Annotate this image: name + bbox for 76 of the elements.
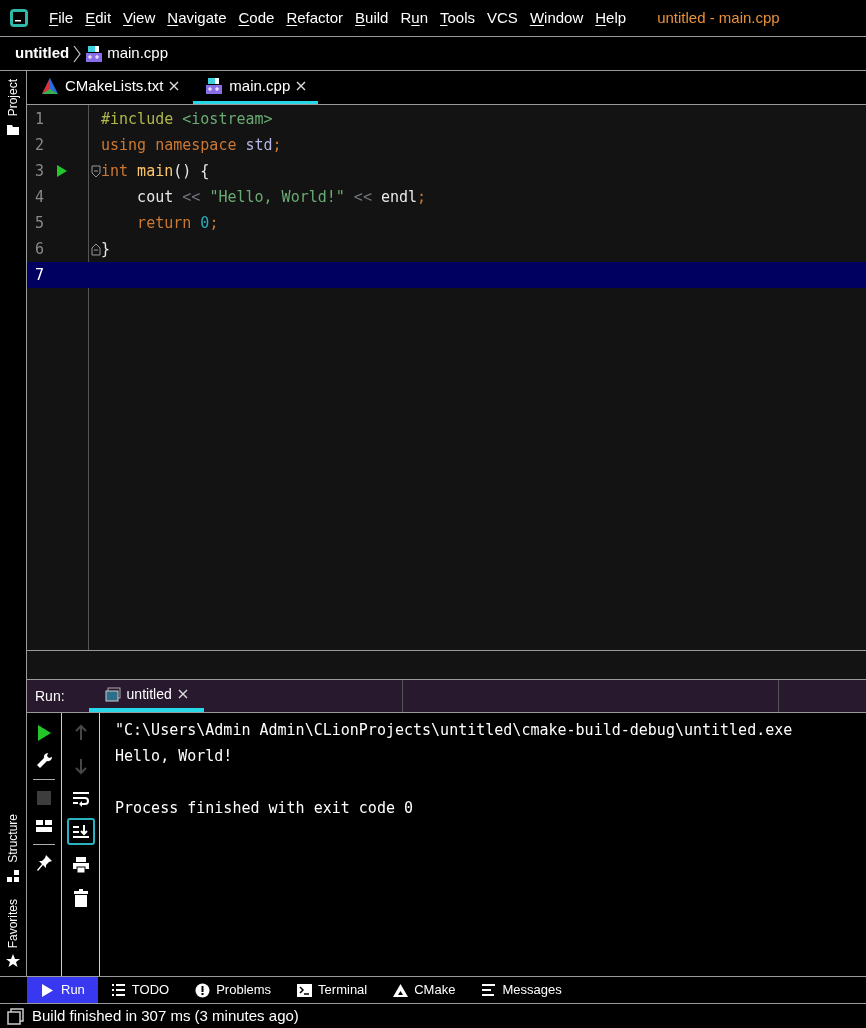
trash-icon [71, 888, 90, 907]
stop-icon [35, 789, 53, 807]
cpp-file-icon [205, 77, 224, 95]
tool-window-button[interactable]: Project [4, 79, 22, 137]
close-icon[interactable] [169, 81, 180, 91]
triangle-logo-icon [41, 77, 59, 95]
editor-tab[interactable]: CMakeLists.txt [37, 71, 184, 104]
menu-item[interactable]: Edit [79, 6, 118, 30]
tool-window-button[interactable]: Terminal [284, 977, 381, 1003]
console-line: "C:\Users\Admin Admin\CLionProjects\untitled\cmake-build-debug\untitled.exe [115, 721, 793, 739]
console-line: Process finished with exit code 0 [115, 799, 413, 817]
code-line: int main() { [101, 160, 210, 182]
terminal-icon [297, 982, 313, 998]
line-number: 6 [34, 238, 46, 260]
tool-window-button[interactable]: Structure [4, 813, 22, 883]
rerun-icon [35, 724, 53, 742]
menu-item[interactable]: Tools [434, 6, 482, 30]
breadcrumb-item[interactable]: main.cpp [107, 42, 169, 65]
menu-item[interactable]: Build [349, 6, 395, 30]
line-number: 2 [34, 134, 46, 156]
print-icon [71, 855, 90, 874]
menu-item[interactable]: Code [232, 6, 281, 30]
panel-label: Run: [35, 686, 65, 706]
breadcrumb-item[interactable]: untitled [15, 42, 70, 65]
tool-window-button[interactable]: TODO [97, 977, 183, 1003]
exclamation-icon [195, 982, 211, 998]
triangle-icon [393, 982, 409, 998]
fold-marker-icon[interactable] [91, 242, 101, 256]
line-number: 7 [34, 264, 46, 286]
tool-window-button[interactable]: CMake [380, 977, 469, 1003]
menu-item[interactable]: View [117, 6, 162, 30]
status-toggle-icon[interactable] [7, 1007, 24, 1025]
run-tab[interactable]: untitled [88, 680, 204, 712]
status-text: Build finished in 307 ms (3 minutes ago) [32, 1005, 299, 1026]
close-icon[interactable] [296, 81, 307, 91]
menu-item[interactable]: Window [523, 6, 590, 30]
menu-item[interactable]: Help [589, 6, 633, 30]
star-icon [6, 954, 20, 968]
pin-icon [35, 854, 53, 872]
line-number: 4 [34, 186, 46, 208]
tool-window-button[interactable]: Favorites [4, 898, 22, 968]
menu-item[interactable]: Run [394, 6, 434, 30]
line-number: 3 [34, 160, 46, 182]
code-line: using namespace std; [101, 134, 282, 156]
lines-icon [481, 982, 497, 998]
line-number: 1 [34, 108, 46, 130]
list-icon [110, 982, 126, 998]
run-arrow-icon[interactable] [57, 165, 67, 177]
menu-item[interactable]: File [43, 6, 80, 30]
code-line: cout << "Hello, World!" << endl; [136, 186, 427, 208]
layout-icon [35, 817, 53, 835]
tool-window-button[interactable]: Problems [182, 977, 285, 1003]
code-line: } [101, 238, 111, 260]
menu-item[interactable]: Navigate [161, 6, 233, 30]
code-line: #include <iostream> [101, 108, 273, 130]
play-icon [40, 982, 55, 998]
close-icon[interactable] [177, 689, 188, 699]
menu-item[interactable]: Refactor [280, 6, 350, 30]
app-logo-icon [9, 8, 29, 28]
tool-window-button[interactable]: Run [27, 977, 98, 1003]
fold-marker-icon[interactable] [91, 164, 101, 178]
chevron-icon [73, 44, 82, 63]
window-title: untitled - main.cpp [657, 7, 780, 28]
console-window-icon [104, 686, 121, 702]
wrench-icon [35, 752, 53, 770]
scroll-to-end-button[interactable] [66, 818, 95, 845]
cpp-file-icon [85, 44, 104, 63]
code-line: return 0; [136, 212, 219, 234]
console-line: Hello, World! [115, 747, 233, 765]
tool-window-button[interactable]: Messages [468, 977, 575, 1003]
structure-icon [6, 868, 20, 883]
soft-wrap-icon [71, 789, 90, 808]
line-number: 5 [34, 212, 46, 234]
scroll-to-end-icon [71, 822, 90, 841]
folder-icon [6, 122, 20, 137]
menu-item[interactable]: VCS [481, 6, 524, 30]
